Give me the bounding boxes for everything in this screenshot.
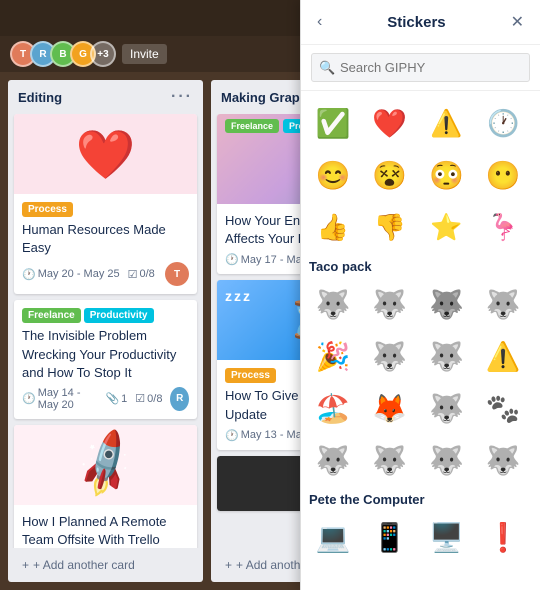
sticker-wolf-15[interactable]: 🐺: [423, 436, 471, 484]
stickers-close-button[interactable]: ✕: [507, 10, 528, 34]
sticker-wolf-2[interactable]: 🐺: [366, 280, 414, 328]
sticker-wolf-10[interactable]: 🦊: [366, 384, 414, 432]
sticker-meh[interactable]: 😶: [479, 151, 527, 199]
sticker-wolf-7[interactable]: 🐺: [423, 332, 471, 380]
card-avatar: T: [165, 262, 189, 286]
label-freelance-2: Freelance: [225, 119, 279, 133]
attachment-icon: 📎: [105, 392, 119, 405]
card-title: How I Planned A Remote Team Offsite With…: [22, 513, 189, 548]
card-date: 🕐 May 14 - May 20: [22, 387, 97, 411]
sticker-clock[interactable]: 🕐: [479, 99, 527, 147]
sticker-wolf-12[interactable]: 🐾: [479, 384, 527, 432]
card-avatar: R: [170, 387, 189, 411]
card-checklist: ☑ 0/8: [135, 392, 162, 405]
stickers-title: Stickers: [326, 14, 506, 31]
sticker-wolf-11[interactable]: 🐺: [423, 384, 471, 432]
checklist-icon: ☑: [128, 268, 138, 281]
sticker-checkmark[interactable]: ✅: [309, 99, 357, 147]
rocket-icon: 🚀: [65, 425, 145, 504]
sticker-flamingo[interactable]: 🦩: [479, 203, 527, 251]
taco-pack-title: Taco pack: [309, 259, 532, 274]
plus-icon: +: [22, 558, 29, 572]
stickers-back-button[interactable]: ‹: [313, 11, 326, 33]
card-date: 🕐 May 20 - May 25: [22, 268, 120, 281]
sticker-wolf-14[interactable]: 🐺: [366, 436, 414, 484]
sticker-wolf-8[interactable]: ⚠️: [479, 332, 527, 380]
add-card-button-editing[interactable]: + + Add another card: [14, 552, 197, 578]
sticker-wolf-9[interactable]: 🏖️: [309, 384, 357, 432]
default-sticker-grid: ✅ ❤️ ⚠️ 🕐 😊 😵 😳 😶 👍 👎 ⭐ 🦩: [309, 99, 532, 251]
sticker-pete-1[interactable]: 💻: [309, 513, 357, 561]
card-cover-rocket: 🚀: [14, 425, 197, 505]
sticker-wolf-4[interactable]: 🐺: [479, 280, 527, 328]
sticker-wolf-16[interactable]: 🐺: [479, 436, 527, 484]
card-meta: 🕐 May 14 - May 20 📎 1 ☑ 0/8 R: [22, 387, 189, 411]
clock-icon: 🕐: [22, 392, 36, 405]
clock-icon: 🕐: [22, 268, 36, 281]
sticker-warning[interactable]: ⚠️: [423, 99, 471, 147]
column-editing: Editing ··· ❤️ Process Human Resources M…: [8, 80, 203, 582]
sticker-pete-3[interactable]: 🖥️: [423, 513, 471, 561]
sticker-wolf-3[interactable]: 🐺: [423, 280, 471, 328]
card-title: Human Resources Made Easy: [22, 221, 189, 257]
card-title: The Invisible Problem Wrecking Your Prod…: [22, 327, 189, 382]
sticker-wolf-6[interactable]: 🐺: [366, 332, 414, 380]
sticker-confused[interactable]: 😵: [366, 151, 414, 199]
label-productivity: Productivity: [84, 308, 154, 323]
card-cover-heart: ❤️: [14, 114, 197, 194]
card-invisible-problem[interactable]: Freelance Productivity The Invisible Pro…: [14, 300, 197, 419]
sticker-pete-2[interactable]: 📱: [366, 513, 414, 561]
sticker-pete-4[interactable]: ❗: [479, 513, 527, 561]
card-attachment: 📎 1: [105, 392, 127, 405]
pete-sticker-grid: 💻 📱 🖥️ ❗: [309, 513, 532, 561]
card-labels: Process: [22, 202, 189, 217]
plus-icon: +: [225, 558, 232, 572]
stickers-header: ‹ Stickers ✕: [301, 0, 540, 45]
checklist-icon: ☑: [135, 392, 145, 405]
stickers-search-input[interactable]: [311, 53, 530, 82]
sticker-thumbs-down[interactable]: 👎: [366, 203, 414, 251]
pete-title: Pete the Computer: [309, 492, 532, 507]
clock-icon: 🕐: [225, 429, 239, 442]
sticker-flushed[interactable]: 😳: [423, 151, 471, 199]
clock-icon: 🕐: [225, 253, 239, 266]
sticker-smile[interactable]: 😊: [309, 151, 357, 199]
column-cards-editing: ❤️ Process Human Resources Made Easy 🕐 M…: [8, 114, 203, 548]
sticker-thumbs-up[interactable]: 👍: [309, 203, 357, 251]
card-remote-offsite[interactable]: 🚀 How I Planned A Remote Team Offsite Wi…: [14, 425, 197, 548]
stickers-panel: ‹ Stickers ✕ 🔍 ✅ ❤️ ⚠️ 🕐 😊 😵 😳 😶 👍 👎 ⭐ 🦩…: [300, 0, 540, 590]
column-title-editing: Editing: [18, 90, 62, 105]
zzz-text: zzz: [225, 288, 252, 304]
sticker-wolf-5[interactable]: 🎉: [309, 332, 357, 380]
stickers-body: ✅ ❤️ ⚠️ 🕐 😊 😵 😳 😶 👍 👎 ⭐ 🦩 Taco pack 🐺 🐺 …: [301, 91, 540, 590]
label-process-2: Process: [225, 368, 276, 383]
card-labels: Freelance Productivity: [22, 308, 189, 323]
invite-button[interactable]: Invite: [122, 44, 167, 64]
member-count[interactable]: +3: [90, 41, 116, 67]
column-header-editing: Editing ···: [8, 80, 203, 114]
card-meta: 🕐 May 20 - May 25 ☑ 0/8 T: [22, 262, 189, 286]
board-header-left: T R B G +3 Invite: [10, 41, 294, 67]
label-process: Process: [22, 202, 73, 217]
label-freelance: Freelance: [22, 308, 81, 323]
sticker-heart[interactable]: ❤️: [366, 99, 414, 147]
taco-sticker-grid: 🐺 🐺 🐺 🐺 🎉 🐺 🐺 ⚠️ 🏖️ 🦊 🐺 🐾 🐺 🐺 🐺 🐺: [309, 280, 532, 484]
sticker-wolf-13[interactable]: 🐺: [309, 436, 357, 484]
member-avatars: T R B G +3: [10, 41, 116, 67]
sticker-star[interactable]: ⭐: [423, 203, 471, 251]
stickers-search-area: 🔍: [301, 45, 540, 91]
sticker-wolf-1[interactable]: 🐺: [309, 280, 357, 328]
card-human-resources[interactable]: ❤️ Process Human Resources Made Easy 🕐 M…: [14, 114, 197, 294]
column-menu-editing[interactable]: ···: [171, 88, 193, 106]
search-wrapper: 🔍: [311, 53, 530, 82]
card-checklist: ☑ 0/8: [128, 268, 155, 281]
